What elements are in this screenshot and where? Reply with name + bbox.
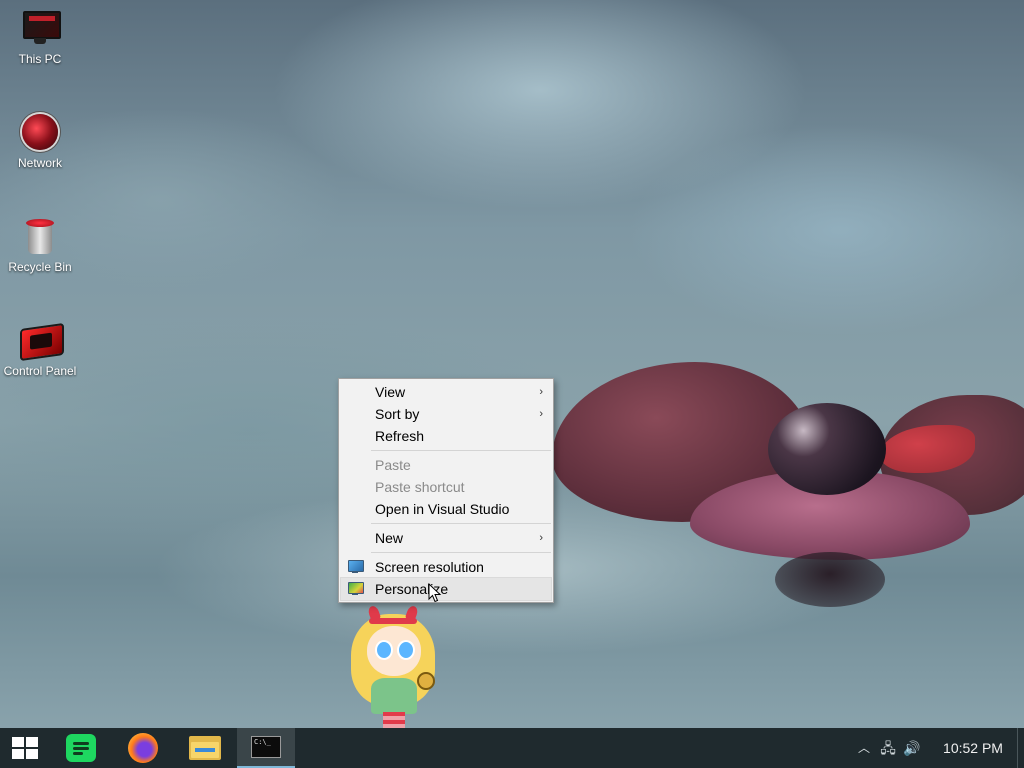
desktop-icon-label: Network [17,156,62,170]
wallpaper-reflection [775,552,885,607]
menu-item-refresh[interactable]: Refresh [341,425,551,447]
desktop-icon-control-panel[interactable]: Control Panel [2,320,78,378]
taskbar-app-spotify[interactable] [54,728,110,768]
desktop-icon-label: Control Panel [3,364,77,378]
desktop-background[interactable]: This PC Network Recycle Bin Control Pane… [0,0,1024,768]
menu-item-paste[interactable]: Paste [341,454,551,476]
control-panel-icon [20,320,64,362]
wallpaper-petal [690,470,970,560]
recycle-bin-icon [20,216,60,256]
terminal-icon: C:\_ [251,736,281,758]
monitor-icon [20,8,61,48]
menu-item-label: View [375,384,406,400]
firefox-icon [128,733,158,763]
desktop-icon-label: Recycle Bin [8,260,72,274]
menu-item-label: Open in Visual Studio [375,501,510,517]
network-status-icon[interactable]: 🖧 [878,738,898,758]
desktop-icon-this-pc[interactable]: This PC [2,8,78,66]
chevron-right-icon: › [539,386,543,398]
menu-separator [371,552,551,553]
desktop-icon-recycle-bin[interactable]: Recycle Bin [2,216,78,274]
wallpaper-petal [880,425,975,473]
wallpaper-petal [880,395,1024,515]
spotify-icon [66,734,96,762]
taskbar-app-command-prompt[interactable]: C:\_ [237,728,295,768]
menu-item-label: Sort by [375,406,420,422]
menu-item-label: Paste shortcut [375,479,465,495]
volume-icon[interactable]: 🔊 [902,738,922,758]
desktop-icon-network[interactable]: Network [2,112,78,170]
menu-separator [371,523,551,524]
wallpaper-droplet [768,403,886,495]
taskbar-clock[interactable]: 10:52 PM [934,728,1012,768]
menu-item-new[interactable]: New › [341,527,551,549]
desktop-icon-label: This PC [18,52,62,66]
menu-item-label: Paste [375,457,411,473]
menu-item-open-in-visual-studio[interactable]: Open in Visual Studio [341,498,551,520]
display-icon [347,559,364,573]
show-desktop-button[interactable] [1017,728,1024,768]
menu-item-label: Refresh [375,428,425,444]
wallpaper-petal [552,362,812,522]
taskbar-app-file-explorer[interactable] [176,728,234,768]
menu-item-paste-shortcut[interactable]: Paste shortcut [341,476,551,498]
folder-icon [189,736,221,760]
personalize-icon [347,581,364,595]
menu-item-label: Screen resolution [375,559,484,575]
menu-item-screen-resolution[interactable]: Screen resolution [341,556,551,578]
start-button[interactable] [0,728,58,768]
windows-logo-icon [12,737,38,759]
chevron-right-icon: › [539,532,543,544]
mouse-cursor-icon [428,583,442,603]
menu-item-view[interactable]: View › [341,381,551,403]
menu-item-personalize[interactable]: Personalize [340,577,552,601]
menu-separator [371,450,551,451]
chevron-right-icon: › [539,408,543,420]
menu-item-label: New [375,530,404,546]
taskbar: C:\_ ︿ 🖧 🔊 10:52 PM [0,728,1024,768]
menu-item-sort-by[interactable]: Sort by › [341,403,551,425]
desktop-context-menu: View › Sort by › Refresh Paste Paste sho… [338,378,554,603]
taskbar-app-firefox[interactable] [114,728,172,768]
show-hidden-icons-chevron-icon[interactable]: ︿ [854,738,874,758]
cartoon-sticker [343,602,443,728]
network-icon [20,112,60,152]
